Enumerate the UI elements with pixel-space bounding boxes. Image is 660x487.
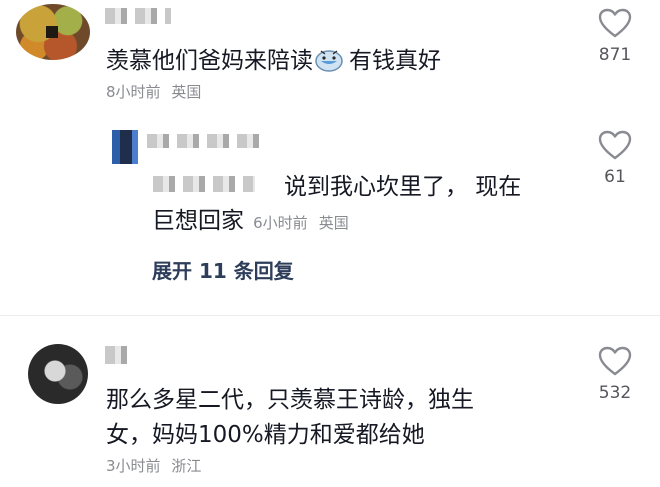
username-blurred[interactable] bbox=[105, 346, 129, 364]
comment-meta: 3小时前 浙江 bbox=[106, 456, 201, 476]
reply-like-button[interactable]: 61 bbox=[587, 130, 643, 188]
avatar[interactable] bbox=[16, 4, 90, 60]
like-button[interactable]: 532 bbox=[587, 346, 643, 404]
reply-line2-row: 巨想回家 6小时前 英国 bbox=[152, 204, 349, 238]
reply-avatar[interactable] bbox=[106, 130, 138, 164]
expand-replies-button[interactable]: 展开 11 条回复 bbox=[152, 256, 294, 286]
reply-text-line2: 巨想回家 bbox=[152, 208, 244, 234]
comment-location: 英国 bbox=[171, 83, 202, 101]
comment-text-line2: 女，妈妈100%精力和爱都给她 bbox=[106, 422, 425, 448]
username-blurred[interactable] bbox=[105, 8, 171, 24]
comment-location: 浙江 bbox=[171, 457, 202, 475]
reply-like-count: 61 bbox=[604, 167, 626, 187]
divider bbox=[0, 315, 660, 316]
comment-time: 3小时前 bbox=[106, 457, 161, 475]
like-count: 532 bbox=[598, 383, 632, 403]
reply-username-blurred[interactable] bbox=[147, 134, 265, 148]
comment-time: 8小时前 bbox=[106, 83, 161, 101]
heart-outline-icon bbox=[598, 130, 632, 160]
comment-meta: 8小时前 英国 bbox=[106, 82, 201, 102]
heart-outline-icon bbox=[598, 8, 632, 38]
like-count: 871 bbox=[598, 45, 632, 65]
comment-text-part2: 有钱真好 bbox=[349, 48, 441, 74]
crying-face-emoji-icon bbox=[315, 48, 343, 72]
like-button[interactable]: 871 bbox=[587, 8, 643, 66]
comment-text-part1: 羡慕他们爸妈来陪读 bbox=[106, 48, 313, 74]
reply-location: 英国 bbox=[318, 214, 349, 232]
avatar[interactable] bbox=[28, 344, 88, 404]
heart-outline-icon bbox=[598, 346, 632, 376]
comment-text: 羡慕他们爸妈来陪读 有钱真好 bbox=[106, 44, 441, 78]
reply-time: 6小时前 bbox=[253, 214, 308, 232]
reply-mention-blurred bbox=[153, 176, 255, 192]
comment-text-line1: 那么多星二代，只羡慕王诗龄，独生 bbox=[106, 387, 474, 413]
reply-text-line1: 说到我心坎里了， 现在 bbox=[284, 174, 522, 200]
